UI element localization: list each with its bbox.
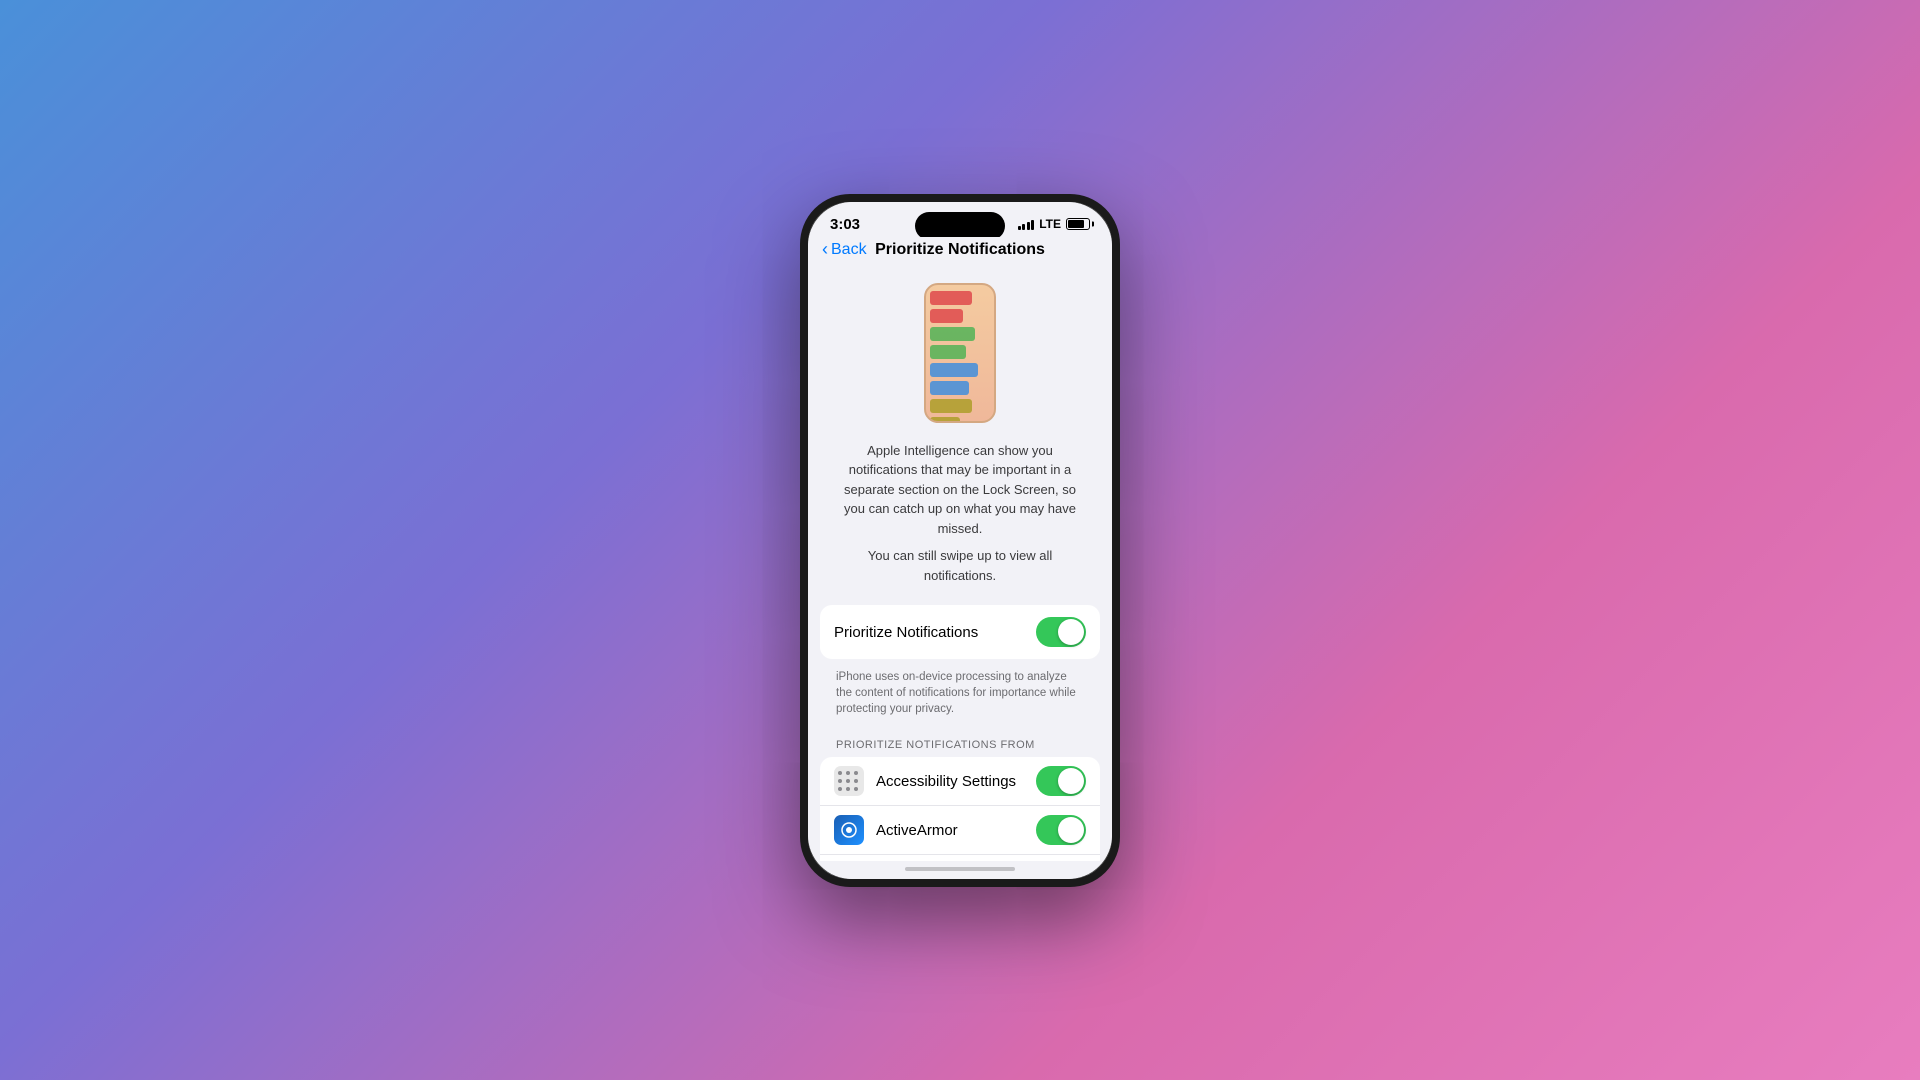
toggle-accessibility[interactable]	[1036, 766, 1086, 796]
signal-bar-1	[1018, 226, 1021, 230]
phone-screen: 3:03 LTE ‹ Back Prioritize N	[808, 202, 1112, 879]
mini-notif-7	[930, 399, 972, 413]
scroll-content[interactable]: Apple Intelligence can show you notifica…	[808, 267, 1112, 861]
toggle-knob	[1058, 768, 1084, 794]
dynamic-island	[915, 212, 1005, 240]
status-bar: 3:03 LTE	[808, 202, 1112, 237]
page-title: Prioritize Notifications	[875, 241, 1045, 259]
toggle-helper-text: iPhone uses on-device processing to anal…	[808, 663, 1112, 725]
signal-bars	[1018, 218, 1035, 230]
home-indicator	[905, 867, 1015, 871]
description-block: Apple Intelligence can show you notifica…	[808, 433, 1112, 592]
mini-notif-1	[930, 291, 972, 305]
mini-notif-3	[930, 327, 975, 341]
mini-notifications	[930, 291, 990, 423]
section-header: PRIORITIZE NOTIFICATIONS FROM	[808, 725, 1112, 757]
nav-bar: ‹ Back Prioritize Notifications	[808, 237, 1112, 267]
mini-notif-4	[930, 345, 966, 359]
signal-bar-2	[1022, 224, 1025, 230]
prioritize-toggle-row[interactable]: Prioritize Notifications	[820, 605, 1100, 659]
app-list-card: Accessibility Settings ActiveArmor	[820, 757, 1100, 860]
mini-notif-6	[930, 381, 969, 395]
toggle-knob	[1058, 619, 1084, 645]
back-button[interactable]: ‹ Back	[822, 239, 867, 260]
phone-frame: 3:03 LTE ‹ Back Prioritize N	[800, 194, 1120, 887]
mini-phone-graphic	[924, 283, 996, 423]
signal-bar-4	[1031, 220, 1034, 230]
status-right: LTE	[1018, 217, 1090, 231]
description-main: Apple Intelligence can show you notifica…	[836, 441, 1084, 539]
battery-icon	[1066, 218, 1090, 230]
phone-illustration	[808, 267, 1112, 433]
main-toggle-card: Prioritize Notifications	[820, 605, 1100, 659]
status-time: 3:03	[830, 216, 860, 233]
app-row-activearmor[interactable]: ActiveArmor	[820, 806, 1100, 855]
lte-indicator: LTE	[1039, 217, 1061, 231]
toggle-activearmor[interactable]	[1036, 815, 1086, 845]
bottom-indicator-bar	[808, 861, 1112, 879]
mini-notif-2	[930, 309, 963, 323]
app-row-accessibility[interactable]: Accessibility Settings	[820, 757, 1100, 806]
description-sub: You can still swipe up to view all notif…	[836, 546, 1084, 585]
chevron-left-icon: ‹	[822, 239, 828, 260]
prioritize-toggle-label: Prioritize Notifications	[834, 624, 978, 641]
prioritize-toggle[interactable]	[1036, 617, 1086, 647]
app-name-accessibility: Accessibility Settings	[876, 773, 1024, 790]
mini-notif-5	[930, 363, 978, 377]
mini-notif-8	[930, 417, 960, 423]
accessibility-icon	[834, 766, 864, 796]
app-name-activearmor: ActiveArmor	[876, 822, 1024, 839]
battery-fill	[1068, 220, 1084, 228]
signal-bar-3	[1027, 222, 1030, 230]
back-label: Back	[831, 241, 867, 259]
activearmor-icon	[834, 815, 864, 845]
